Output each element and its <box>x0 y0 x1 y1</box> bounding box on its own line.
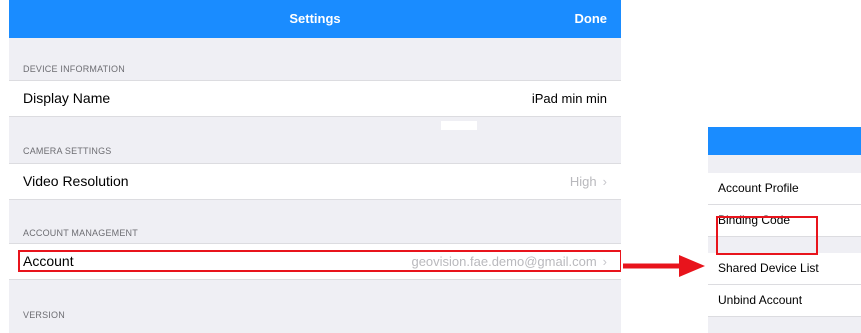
display-name-label: Display Name <box>23 90 111 106</box>
section-header-version: VERSION <box>23 310 65 320</box>
unbind-account-row[interactable]: Unbind Account <box>708 285 861 317</box>
account-highlight-box <box>18 250 621 272</box>
video-resolution-label: Video Resolution <box>23 173 129 189</box>
account-profile-row[interactable]: Account Profile <box>708 173 861 205</box>
section-header-camera-settings: CAMERA SETTINGS <box>23 146 112 156</box>
account-panel-footer <box>708 319 861 333</box>
done-button[interactable]: Done <box>575 0 608 38</box>
account-panel: Account Profile Binding Code Shared Devi… <box>708 127 861 333</box>
account-panel-navigation-bar <box>708 127 861 155</box>
video-resolution-value-group: High › <box>570 164 607 199</box>
account-profile-label: Account Profile <box>718 181 799 195</box>
chevron-right-icon: › <box>602 174 607 189</box>
shared-device-list-row[interactable]: Shared Device List <box>708 253 861 285</box>
video-resolution-row[interactable]: Video Resolution High › <box>9 163 621 200</box>
arrow-right-icon <box>623 255 705 277</box>
settings-screen: Settings Done DEVICE INFORMATION Display… <box>9 0 621 333</box>
section-header-device-information: DEVICE INFORMATION <box>23 64 125 74</box>
video-resolution-value: High <box>569 174 597 189</box>
account-panel-spacer <box>708 155 861 173</box>
page-title: Settings <box>289 11 341 26</box>
shared-device-list-label: Shared Device List <box>718 261 819 275</box>
display-name-row[interactable]: Display Name iPad min min <box>9 80 621 117</box>
binding-code-highlight-box <box>716 216 818 255</box>
separator-block <box>441 121 477 130</box>
navigation-bar: Settings Done <box>9 0 621 38</box>
display-name-value: iPad min min <box>531 91 607 106</box>
unbind-account-label: Unbind Account <box>718 293 803 307</box>
section-header-account-management: ACCOUNT MANAGEMENT <box>23 228 138 238</box>
